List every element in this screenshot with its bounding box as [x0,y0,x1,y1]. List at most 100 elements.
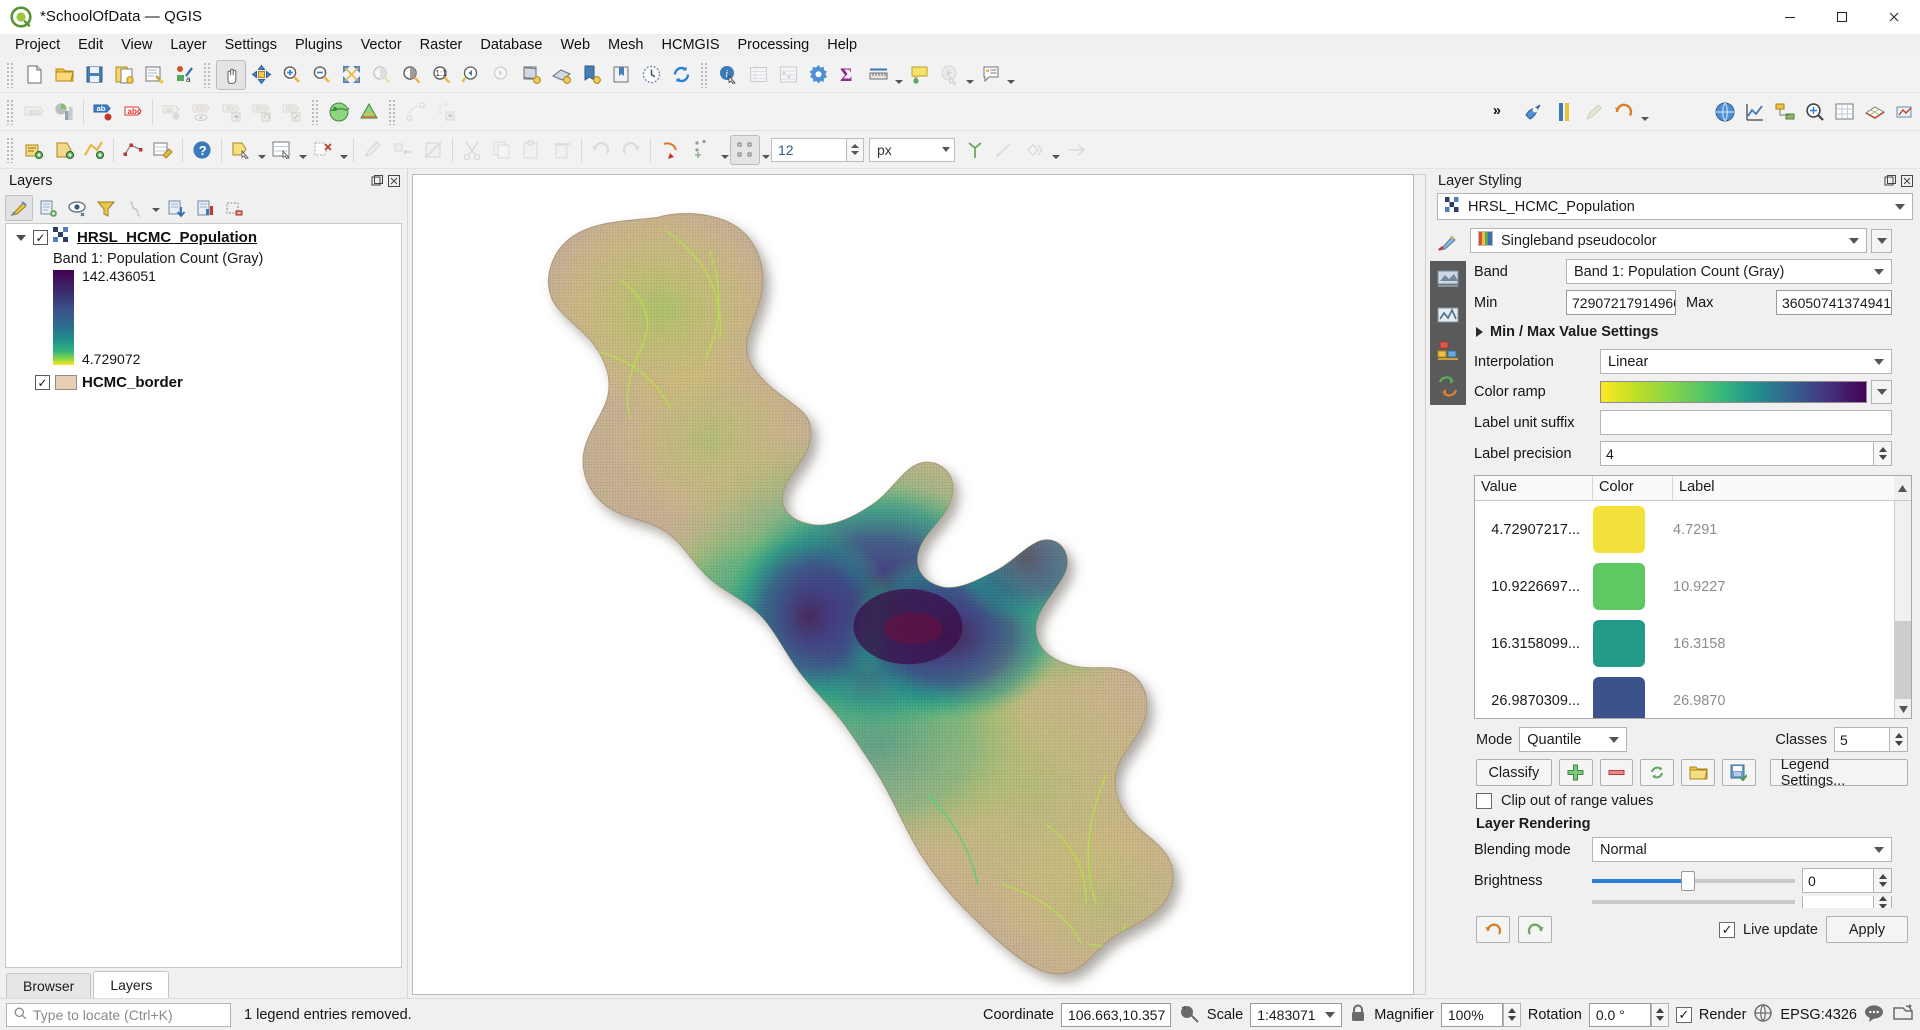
class-value-1[interactable]: 10.9226697... [1475,579,1593,595]
contrast-slider[interactable] [1592,896,1795,908]
digitizing-grip[interactable] [6,136,15,163]
annotations-dropdown-icon[interactable] [1005,60,1016,90]
help-contents-icon[interactable]: ? [187,135,217,165]
chevron-down-icon[interactable] [14,231,28,245]
select-value-dropdown-icon[interactable] [297,135,308,165]
modify-attributes-icon[interactable] [148,135,178,165]
classify-button[interactable]: Classify [1476,759,1552,786]
menu-database[interactable]: Database [471,34,551,57]
pin-labels-icon[interactable]: ab [157,97,187,127]
run-feature-action-icon[interactable] [934,60,964,90]
diagram-icon[interactable] [49,97,79,127]
min-input[interactable]: 729072179149604 [1566,290,1676,315]
select-dropdown-icon[interactable] [256,135,267,165]
vertex-tool-icon[interactable] [118,135,148,165]
colorramp-preview[interactable] [1600,381,1867,403]
class-color-cell-1[interactable] [1593,563,1673,610]
magnifier-stepper[interactable] [1502,1002,1521,1027]
symbology-tab-icon[interactable] [1430,225,1466,261]
pan-map-icon[interactable] [216,59,246,90]
renderer-chevron-down-icon[interactable] [1849,237,1859,244]
toolbar-grip-attr[interactable] [700,61,709,88]
deselect-dropdown-icon[interactable] [338,135,349,165]
measure-dropdown-icon[interactable] [893,60,904,90]
mesh-vector-icon[interactable] [1890,97,1920,127]
menu-plugins[interactable]: Plugins [286,34,352,57]
band-select[interactable]: Band 1: Population Count (Gray) [1566,259,1892,284]
georeferencer-icon[interactable] [324,97,354,127]
globe-icon[interactable] [1753,1003,1773,1026]
add-group-icon[interactable] [34,195,62,221]
layer-tree-item-raster[interactable]: ✓ HRSL_HCMC_Population [6,224,401,251]
colorramp-dropdown-button[interactable] [1871,380,1892,404]
zoom-out-icon[interactable] [306,60,336,90]
menu-help[interactable]: Help [818,34,866,57]
class-table-scroll-down-icon[interactable] [1895,701,1911,718]
add-class-icon[interactable] [1558,759,1593,786]
delete-selected-icon[interactable] [547,135,577,165]
undo-toolbar-icon[interactable] [1609,97,1639,127]
layer-visibility-checkbox-raster[interactable]: ✓ [33,230,48,245]
magnifier-input[interactable]: 100% [1440,1002,1503,1027]
split-features-icon[interactable] [418,135,448,165]
new-3d-map-view-icon[interactable] [546,60,576,90]
clip-row[interactable]: Clip out of range values [1466,786,1920,809]
save-project-icon[interactable] [79,60,109,90]
snapping-tolerance-input[interactable]: 12 [771,137,847,162]
classes-stepper[interactable] [1890,727,1908,752]
graph-icon[interactable] [1740,97,1770,127]
legend-settings-button[interactable]: Legend Settings... [1769,757,1908,789]
zoom-last-icon[interactable] [456,60,486,90]
styling-close-icon[interactable] [1900,174,1914,188]
show-bookmarks-icon[interactable] [606,60,636,90]
histogram-tab-icon[interactable] [1430,297,1466,333]
open-layer-styling-panel-icon[interactable] [5,195,33,221]
apply-button[interactable]: Apply [1826,916,1908,943]
new-map-view-icon[interactable] [516,60,546,90]
redo-icon[interactable] [616,135,646,165]
pan-to-selection-icon[interactable] [246,60,276,90]
band-chevron-down-icon[interactable] [1874,268,1884,275]
rotation-stepper[interactable] [1650,1002,1669,1027]
avoid-overlap-icon[interactable] [1020,135,1050,165]
crs-label[interactable]: EPSG:4326 [1780,1007,1857,1023]
new-project-icon[interactable] [19,60,49,90]
grip-plugins[interactable] [311,98,320,125]
pyramids-tab-icon[interactable] [1430,369,1466,405]
rotate-label-icon[interactable]: abc [247,97,277,127]
temporal-controller-icon[interactable] [636,60,666,90]
reshape-icon[interactable] [1061,135,1091,165]
collapse-all-icon[interactable] [191,195,219,221]
styling-layer-select[interactable]: HRSL_HCMC_Population [1437,193,1913,220]
project-properties-icon[interactable]: a [169,60,199,90]
paste-features-icon[interactable] [517,135,547,165]
blending-mode-select[interactable]: Normal [1592,837,1892,862]
max-input[interactable]: 360507413749417 [1776,290,1892,315]
styling-scroll-up-button[interactable] [1871,228,1892,253]
editing-pen-icon[interactable] [1579,97,1609,127]
highlight-labels-icon[interactable]: abc [118,97,148,127]
select-features-icon[interactable] [226,135,256,165]
table-row[interactable]: 10.9226697... 10.9227 [1475,558,1894,615]
avoid-overlap-dropdown-icon[interactable] [1050,135,1061,165]
minmax-settings-row[interactable]: Min / Max Value Settings [1466,318,1920,346]
table-row[interactable]: 4.72907217... 4.7291 [1475,501,1894,558]
map-vertical-scrollbar[interactable] [1414,174,1426,995]
topology-check-icon[interactable] [960,135,990,165]
class-label-0[interactable]: 4.7291 [1673,522,1894,538]
color-class-table[interactable]: Value Color Label 4.72907217... 4.7291 1… [1474,475,1912,719]
class-table-scroll-up-icon[interactable] [1894,476,1911,500]
styling-undock-icon[interactable] [1883,174,1897,188]
locator-icon[interactable] [1800,97,1830,127]
menu-layer[interactable]: Layer [161,34,215,57]
zoom-to-layer-icon[interactable] [396,60,426,90]
brightness-input[interactable]: 0 [1802,868,1874,893]
label-unit-suffix-input[interactable] [1600,410,1892,435]
scale-select[interactable]: 1:483071 [1250,1002,1343,1027]
select-by-value-icon[interactable] [267,135,297,165]
remove-class-icon[interactable] [1599,759,1634,786]
menu-hcmgis[interactable]: HCMGIS [653,34,729,57]
undo-icon[interactable] [586,135,616,165]
zoom-native-icon[interactable]: 1:1 [426,60,456,90]
classes-input[interactable]: 5 [1834,727,1890,752]
